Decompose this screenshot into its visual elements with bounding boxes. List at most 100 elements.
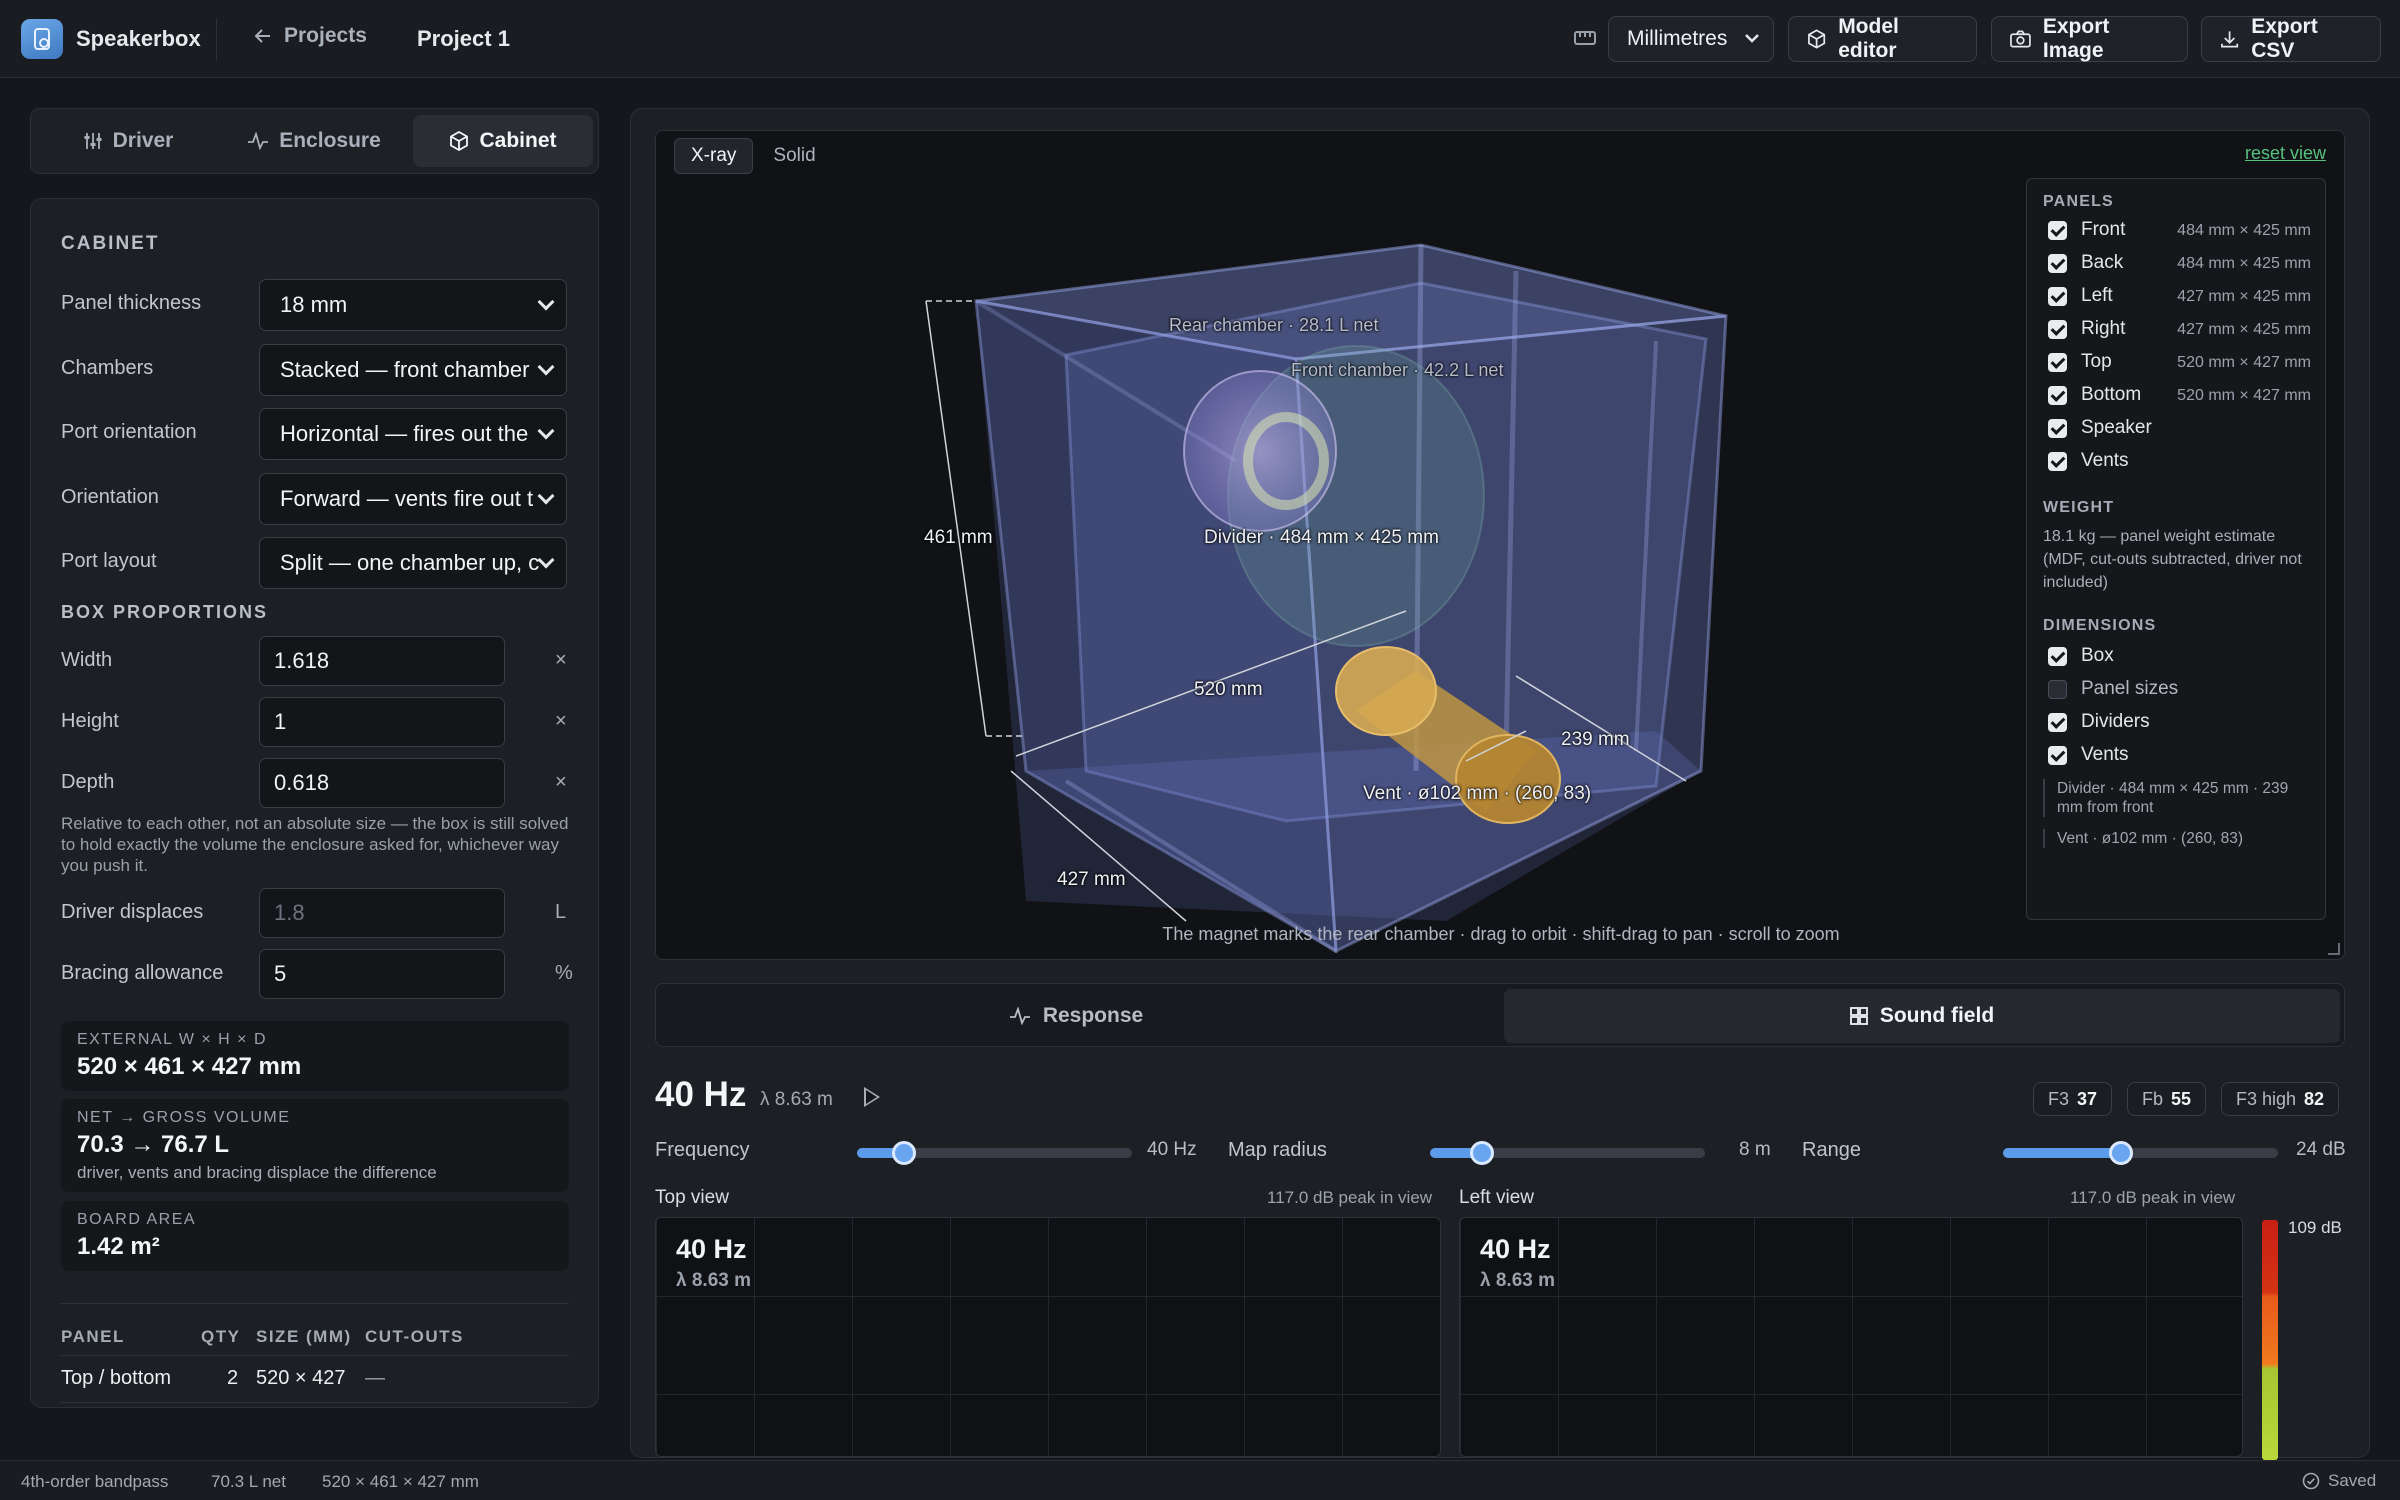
chip-label: F3 bbox=[2048, 1088, 2070, 1109]
depth-input[interactable]: 0.618 bbox=[259, 758, 505, 808]
panel-bottom-checkbox[interactable] bbox=[2048, 386, 2067, 405]
export-csv-button[interactable]: Export CSV bbox=[2201, 15, 2381, 62]
table-cell: 520 × 427 bbox=[256, 1367, 346, 1389]
left-view-title: Left view bbox=[1459, 1187, 1534, 1208]
panel-speaker-checkbox[interactable] bbox=[2048, 419, 2067, 438]
chambers-select[interactable]: Stacked — front chamber bbox=[259, 344, 567, 396]
tab-response[interactable]: Response bbox=[661, 989, 1491, 1043]
color-scale-max: 109 dB bbox=[2288, 1218, 2342, 1237]
panel-dim: 427 mm × 425 mm bbox=[2177, 321, 2311, 338]
play-icon[interactable] bbox=[864, 1087, 880, 1107]
panel-left-checkbox[interactable] bbox=[2048, 287, 2067, 306]
external-size-stat: EXTERNAL W × H × D 520 × 461 × 427 mm bbox=[61, 1021, 569, 1091]
dim-name: Panel sizes bbox=[2081, 678, 2179, 699]
orientation-select[interactable]: Forward — vents fire out t bbox=[259, 473, 567, 525]
app-name: Speakerbox bbox=[76, 26, 201, 51]
field-label: Driver displaces bbox=[61, 901, 204, 923]
field-label: Chambers bbox=[61, 357, 154, 379]
top-view-peak: 117.0 dB peak in view bbox=[1267, 1188, 1433, 1207]
tab-driver[interactable]: Driver bbox=[39, 115, 217, 167]
left-view-plot[interactable]: 40 Hz λ 8.63 m bbox=[1459, 1217, 2243, 1457]
table-cell: — bbox=[365, 1367, 385, 1389]
project-title: Project 1 bbox=[417, 26, 510, 51]
stat-value: 520 × 461 × 427 mm bbox=[77, 1053, 302, 1080]
tab-enclosure[interactable]: Enclosure bbox=[225, 115, 403, 167]
panel-top-checkbox[interactable] bbox=[2048, 353, 2067, 372]
plot-frequency: 40 Hz bbox=[676, 1234, 747, 1264]
dim-vents-checkbox[interactable] bbox=[2048, 746, 2067, 765]
stat-key: BOARD AREA bbox=[77, 1211, 197, 1228]
frequency-slider[interactable] bbox=[857, 1141, 1132, 1165]
resize-handle-icon[interactable] bbox=[2328, 943, 2340, 955]
pulse-icon bbox=[1009, 1007, 1030, 1025]
panel-thickness-select[interactable]: 18 mm bbox=[259, 279, 567, 331]
col-header: CUT-OUTS bbox=[365, 1327, 464, 1346]
port-layout-select[interactable]: Split — one chamber up, c bbox=[259, 537, 567, 589]
dim-dividers-checkbox[interactable] bbox=[2048, 713, 2067, 732]
export-image-button[interactable]: Export Image bbox=[1991, 15, 2188, 62]
range-value: 24 dB bbox=[2296, 1139, 2346, 1160]
panel-name: Top bbox=[2081, 351, 2112, 372]
panel-back-checkbox[interactable] bbox=[2048, 254, 2067, 273]
height-dimension-label: 461 mm bbox=[924, 527, 993, 548]
panel-dim: 484 mm × 425 mm bbox=[2177, 255, 2311, 272]
cabinet-card: CABINET Panel thickness 18 mm Chambers S… bbox=[30, 198, 599, 1408]
back-to-projects-link[interactable]: Projects bbox=[254, 24, 367, 48]
panel-name: Right bbox=[2081, 318, 2126, 339]
map-radius-label: Map radius bbox=[1228, 1139, 1327, 1161]
map-radius-slider[interactable] bbox=[1430, 1141, 1705, 1165]
panel-name: Bottom bbox=[2081, 384, 2142, 405]
chip-value: 37 bbox=[2077, 1088, 2098, 1109]
stat-key: EXTERNAL W × H × D bbox=[77, 1031, 267, 1048]
col-header: QTY bbox=[201, 1327, 241, 1346]
panel-name: Front bbox=[2081, 219, 2126, 240]
map-radius-value: 8 m bbox=[1739, 1139, 1771, 1160]
panel-front-checkbox[interactable] bbox=[2048, 221, 2067, 240]
panel-dim: 484 mm × 425 mm bbox=[2177, 222, 2311, 239]
vent-note: Vent · ø102 mm · (260, 83) bbox=[2043, 829, 2313, 848]
range-slider[interactable] bbox=[2003, 1141, 2278, 1165]
field-label: Bracing allowance bbox=[61, 962, 224, 984]
divider-note: Divider · 484 mm × 425 mm · 239 mm from … bbox=[2043, 779, 2313, 817]
unit-label: L bbox=[555, 901, 567, 923]
panel-vents-checkbox[interactable] bbox=[2048, 452, 2067, 471]
panel-name: Vents bbox=[2081, 450, 2129, 471]
bracing-allowance-input[interactable]: 5 bbox=[259, 949, 505, 999]
chevron-down-icon bbox=[1745, 34, 1759, 43]
chevron-down-icon bbox=[537, 293, 555, 311]
port-orientation-select[interactable]: Horizontal — fires out the bbox=[259, 408, 567, 460]
driver-displaces-input[interactable]: 1.8 bbox=[259, 888, 505, 938]
slider-knob[interactable] bbox=[891, 1141, 916, 1165]
field-label: Orientation bbox=[61, 486, 159, 508]
units-select-value: Millimetres bbox=[1627, 27, 1728, 50]
dim-box-checkbox[interactable] bbox=[2048, 647, 2067, 666]
download-icon bbox=[2221, 31, 2239, 48]
tab-cabinet[interactable]: Cabinet bbox=[413, 115, 593, 167]
grid-icon bbox=[1849, 1007, 1868, 1025]
chip-label: Fb bbox=[2142, 1088, 2164, 1109]
col-header: SIZE (MM) bbox=[256, 1327, 352, 1346]
field-label: Height bbox=[61, 710, 119, 732]
tab-sound-field[interactable]: Sound field bbox=[1504, 989, 2340, 1043]
ruler-icon bbox=[1574, 31, 1596, 45]
chevron-down-icon bbox=[537, 422, 555, 440]
select-value: Forward — vents fire out t bbox=[280, 486, 534, 511]
units-select[interactable]: Millimetres bbox=[1608, 16, 1774, 62]
top-view-plot[interactable]: 40 Hz λ 8.63 m bbox=[655, 1217, 1441, 1457]
width-input[interactable]: 1.618 bbox=[259, 636, 505, 686]
panel-right-checkbox[interactable] bbox=[2048, 320, 2067, 339]
status-bar: 4th-order bandpass 70.3 L net 520 × 461 … bbox=[0, 1460, 2400, 1500]
chevron-down-icon bbox=[537, 487, 555, 505]
current-frequency: 40 Hz bbox=[655, 1075, 747, 1114]
stat-value: 1.42 m² bbox=[77, 1233, 160, 1260]
dim-panel-sizes-checkbox[interactable] bbox=[2048, 680, 2067, 699]
cube-icon bbox=[450, 131, 469, 151]
table-cell: 2 bbox=[227, 1367, 239, 1389]
plot-wavelength: λ 8.63 m bbox=[1480, 1270, 1555, 1291]
3d-viewport[interactable]: X-ray Solid reset view Rear chamber · 28… bbox=[655, 130, 2345, 960]
height-input[interactable]: 1 bbox=[259, 697, 505, 747]
panel-name: Speaker bbox=[2081, 417, 2152, 438]
stat-value: 70.3 → 76.7 L bbox=[77, 1131, 230, 1158]
model-editor-button[interactable]: Model editor bbox=[1788, 15, 1977, 62]
field-label: Panel thickness bbox=[61, 292, 202, 314]
